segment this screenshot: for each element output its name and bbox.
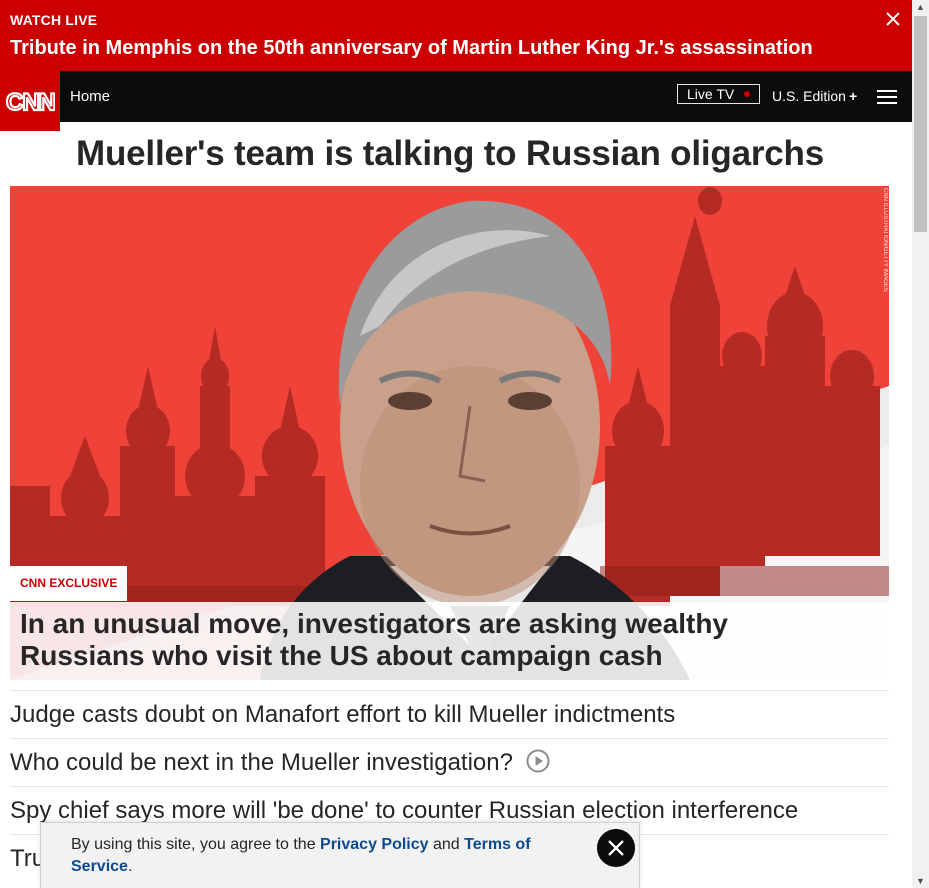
edition-selector[interactable]: U.S. Edition +	[772, 88, 857, 104]
related-story-link[interactable]: Judge casts doubt on Manafort effort to …	[10, 690, 889, 738]
watch-live-headline[interactable]: Tribute in Memphis on the 50th anniversa…	[10, 37, 813, 60]
watch-live-label: WATCH LIVE	[10, 12, 98, 28]
cookie-consent-text: By using this site, you agree to the Pri…	[71, 834, 561, 878]
cookie-close-icon[interactable]	[597, 829, 635, 867]
close-icon[interactable]	[884, 10, 902, 28]
svg-text:CNN: CNN	[6, 89, 55, 115]
cookie-text-suffix: .	[127, 858, 133, 875]
cnn-exclusive-badge: CNN EXCLUSIVE	[10, 566, 128, 601]
photo-credit: CNN ILLUSTRATION/GETTY IMAGES	[882, 188, 888, 292]
nav-home-link[interactable]: Home	[70, 88, 110, 105]
cnn-logo-mark: CNN	[5, 88, 55, 115]
related-story-text[interactable]: Judge casts doubt on Manafort effort to …	[10, 701, 675, 728]
hero-caption[interactable]: In an unusual move, investigators are as…	[10, 602, 889, 680]
live-tv-button[interactable]: Live TV	[677, 84, 760, 104]
related-story-text[interactable]: Spy chief says more will 'be done' to co…	[10, 797, 798, 824]
privacy-policy-link[interactable]: Privacy Policy	[320, 836, 429, 853]
cookie-text-and: and	[428, 836, 465, 853]
cookie-text-prefix: By using this site, you agree to the	[71, 836, 321, 853]
live-tv-label: Live TV	[687, 86, 735, 102]
related-story-text[interactable]: Who could be next in the Mueller investi…	[10, 749, 513, 776]
hero-caption-text[interactable]: In an unusual move, investigators are as…	[20, 608, 820, 672]
scroll-down-arrow-icon[interactable]: ▼	[916, 876, 925, 886]
live-dot-icon	[744, 91, 750, 97]
play-video-icon[interactable]	[526, 749, 550, 773]
hero-image[interactable]: CNN ILLUSTRATION/GETTY IMAGES CNN EXCLUS…	[10, 186, 889, 680]
edition-label: U.S. Edition	[772, 88, 846, 104]
page-title[interactable]: Mueller's team is talking to Russian oli…	[0, 134, 900, 174]
scroll-thumb[interactable]	[914, 16, 927, 232]
cnn-logo[interactable]: CNN	[0, 71, 60, 131]
page-scrollbar[interactable]: ▲ ▼	[912, 0, 929, 888]
scroll-up-arrow-icon[interactable]: ▲	[916, 2, 925, 12]
hamburger-menu-icon[interactable]	[877, 89, 897, 105]
plus-icon: +	[848, 88, 858, 104]
related-story-link[interactable]: Who could be next in the Mueller investi…	[10, 738, 889, 786]
watch-live-banner[interactable]: WATCH LIVE Tribute in Memphis on the 50t…	[0, 0, 912, 71]
top-nav: CNN Home Live TV U.S. Edition +	[0, 71, 912, 131]
cookie-consent-popup: By using this site, you agree to the Pri…	[40, 822, 640, 888]
